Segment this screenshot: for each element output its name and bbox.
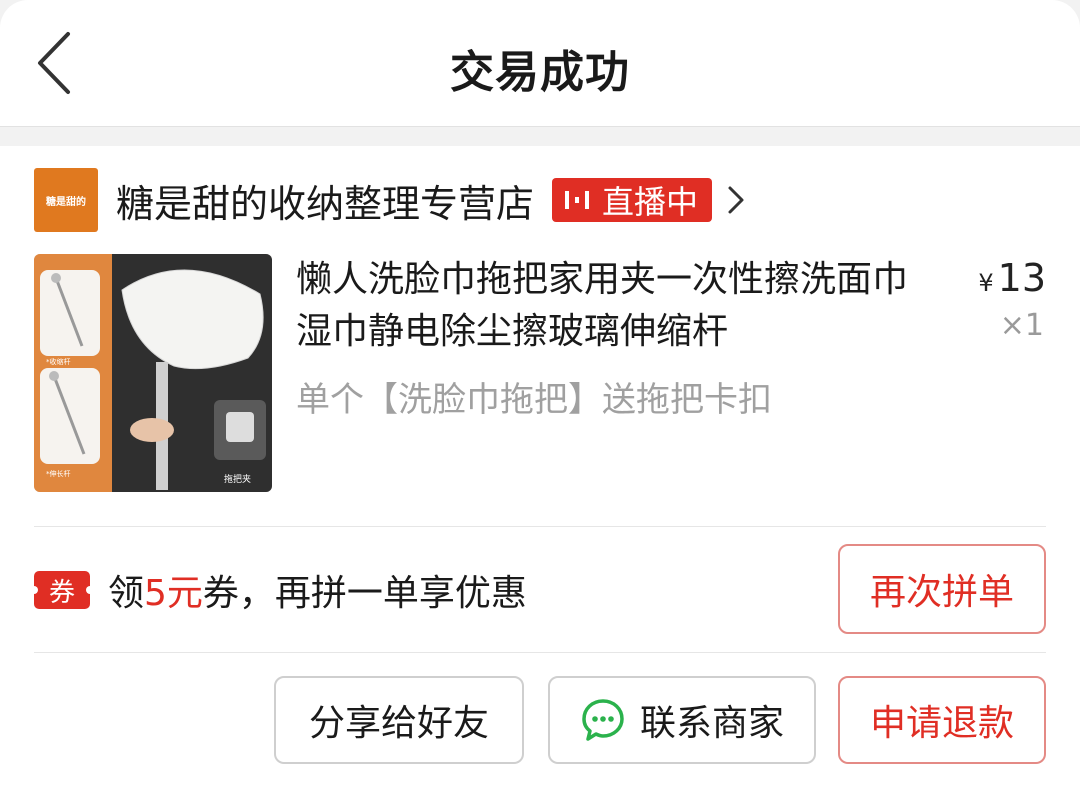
- contact-label: 联系商家: [639, 703, 784, 744]
- product-price: ¥13: [978, 256, 1046, 300]
- chat-bubble-icon: [582, 699, 624, 741]
- product-quantity: ×1: [999, 308, 1044, 343]
- img-label-extend: *伸长杆: [46, 469, 71, 478]
- img-label-clip: 拖把夹: [224, 473, 251, 485]
- refund-button[interactable]: 申请退款: [838, 676, 1046, 764]
- coupon-text: 领5元券，再拼一单享优惠: [108, 573, 527, 614]
- share-button[interactable]: 分享给好友: [274, 676, 524, 764]
- top-bar: 交易成功: [0, 0, 1080, 127]
- contact-seller-button[interactable]: 联系商家: [548, 676, 816, 764]
- coupon-row: 券 领5元券，再拼一单享优惠: [30, 564, 527, 616]
- price-value: 13: [997, 256, 1046, 300]
- img-label-shrink: *收缩杆: [46, 357, 71, 366]
- page-title: 交易成功: [450, 47, 630, 98]
- chevron-right-icon[interactable]: [726, 184, 746, 216]
- product-spec: 单个【洗脸巾拖把】送拖把卡扣: [296, 380, 772, 420]
- product-title[interactable]: 懒人洗脸巾拖把家用夹一次性擦洗面巾湿巾静电除尘擦玻璃伸缩杆: [296, 254, 916, 358]
- live-bars-icon: [565, 191, 590, 209]
- shop-row[interactable]: 糖是甜的 糖是甜的收纳整理专营店 直播中: [34, 168, 746, 232]
- live-label: 直播中: [602, 183, 699, 221]
- coupon-amount: 5元: [144, 573, 203, 614]
- order-card: 糖是甜的 糖是甜的收纳整理专营店 直播中 *收缩杆 *伸长杆 拖把夹 懒人洗脸巾…: [0, 146, 1080, 797]
- currency-symbol: ¥: [978, 269, 994, 297]
- shop-name[interactable]: 糖是甜的收纳整理专营店: [116, 173, 534, 228]
- product-image[interactable]: *收缩杆 *伸长杆 拖把夹: [34, 254, 272, 492]
- divider: [34, 652, 1046, 653]
- coupon-icon: 券: [30, 571, 94, 609]
- live-badge[interactable]: 直播中: [552, 178, 713, 222]
- regroup-button[interactable]: 再次拼单: [838, 544, 1046, 634]
- shop-logo: 糖是甜的: [34, 168, 98, 232]
- divider: [34, 526, 1046, 527]
